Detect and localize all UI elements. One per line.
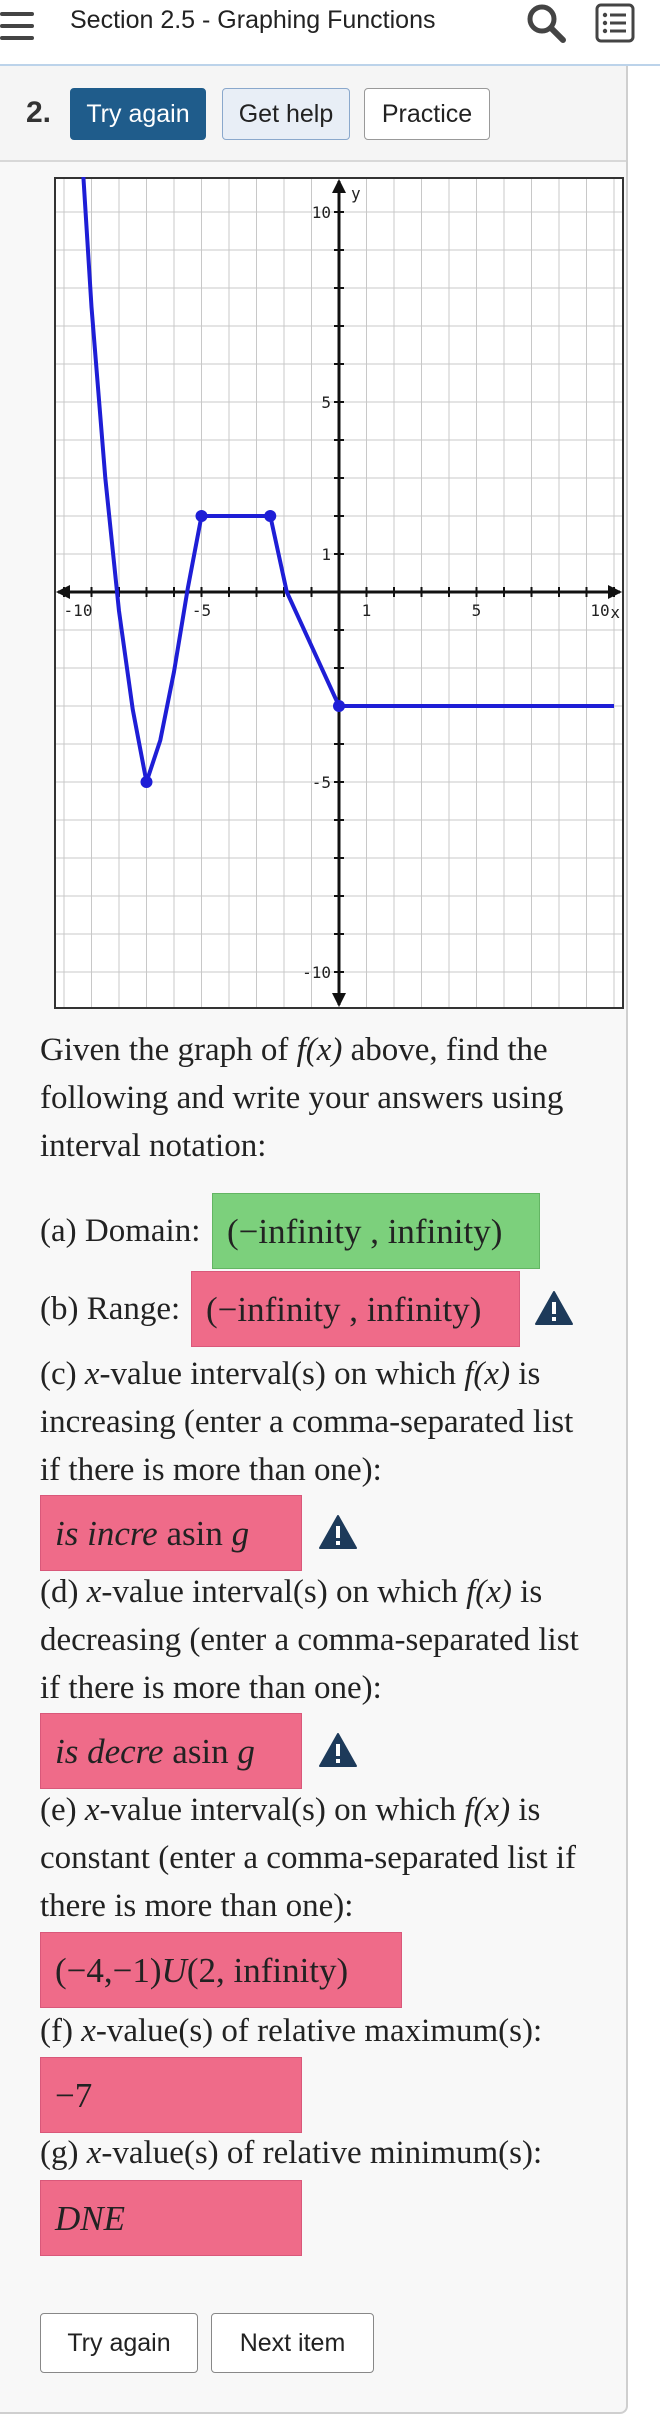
function-graph: -10 -5 1 5 10 10 5 1 -5 -10 x y [54,177,624,1009]
x-tick-label: 5 [472,601,482,620]
increasing-answer-field[interactable]: is incre asin g [40,1495,302,1571]
curve-point [195,510,208,522]
y-tick-label: 10 [312,203,331,222]
relative-max-answer-field[interactable]: −7 [40,2057,302,2133]
decreasing-answer-field[interactable]: is decre asin g [40,1713,302,1789]
part-a-label: (a) Domain: [40,1213,201,1249]
part-e-prompt: (e) x-value interval(s) on which f(x) is… [40,1792,577,1924]
search-icon[interactable] [525,2,567,44]
question-header: 2. Try again Get help Practice [0,66,626,162]
table-of-contents-icon[interactable] [594,2,636,44]
x-tick-label: 1 [362,601,372,620]
try-again-button[interactable]: Try again [70,88,206,140]
question-number: 2. [26,96,52,129]
part-g-prompt: (g) x-value(s) of relative minimum(s): [40,2135,543,2171]
warning-icon[interactable] [534,1290,574,1326]
curve-point [264,510,277,522]
y-tick-label: 5 [321,393,331,412]
part-f-prompt: (f) x-value(s) of relative maximum(s): [40,2013,543,2049]
y-axis-label: y [351,184,361,203]
app-bar: Section 2.5 - Graphing Functions [0,0,660,66]
domain-answer-field[interactable]: (−infinity , infinity) [212,1193,540,1269]
footer-try-again-button[interactable]: Try again [40,2313,198,2373]
warning-icon[interactable] [318,1514,358,1550]
x-tick-label: -10 [64,601,93,620]
relative-min-answer-field[interactable]: DNE [40,2180,302,2256]
x-tick-label: -5 [192,601,211,620]
part-d-prompt: (d) x-value interval(s) on which f(x) is… [40,1574,579,1706]
get-help-button[interactable]: Get help [222,88,350,140]
next-item-button[interactable]: Next item [211,2313,374,2373]
x-axis-label: x [610,603,620,622]
practice-button[interactable]: Practice [364,88,490,140]
page-title: Section 2.5 - Graphing Functions [70,6,436,34]
y-tick-label: -5 [312,773,331,792]
problem-intro: Given the graph of f(x) above, find the … [40,1032,564,1164]
part-b-label: (b) Range: [40,1291,181,1327]
curve-point [333,700,345,712]
range-answer-field[interactable]: (−infinity , infinity) [191,1271,520,1347]
x-tick-label: 10 [590,601,609,620]
curve-point [140,776,153,788]
constant-answer-field[interactable]: (−4,−1)U(2, infinity) [40,1932,402,2008]
y-tick-label: -10 [302,963,331,982]
menu-icon[interactable] [0,10,34,44]
y-tick-label: 1 [321,545,331,564]
part-c-prompt: (c) x-value interval(s) on which f(x) is… [40,1356,574,1488]
warning-icon[interactable] [318,1732,358,1768]
